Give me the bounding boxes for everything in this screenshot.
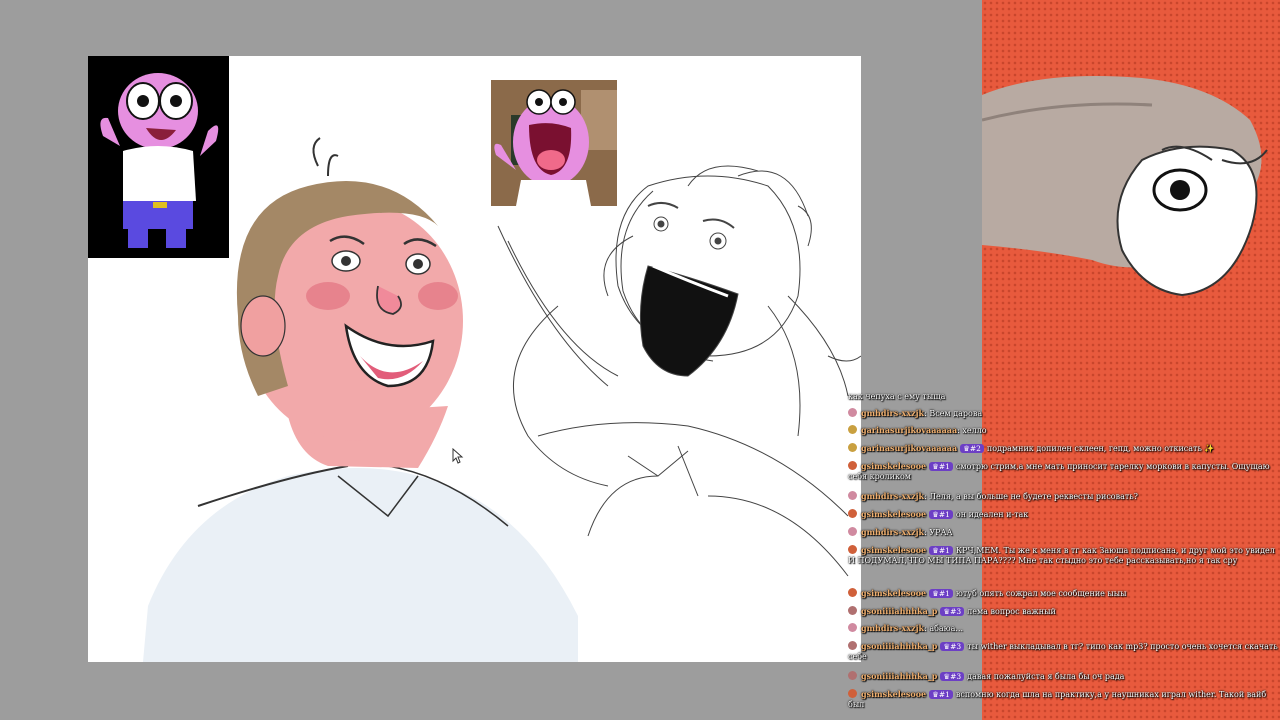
stream-stage xyxy=(0,0,982,720)
user-avatar-badge-icon xyxy=(848,588,857,597)
chat-message: gmhdirs-xxzjk: Леля, а вы больше не буде… xyxy=(848,491,1280,502)
chat-message: garinasurjikovaaaaaa ♛#2 подрамник допилен… xyxy=(848,443,1280,454)
chat-message: garinasurjikovaaaaaa: хелло xyxy=(848,425,1280,436)
chat-username: gmhdirs-xxzjk xyxy=(861,491,925,501)
chat-message-text: как чепуха с ему тыща xyxy=(848,392,946,401)
chat-message-text: УРАА xyxy=(929,528,953,537)
user-avatar-badge-icon xyxy=(848,527,857,536)
chat-message: gsimskelesooe ♛#1 он идеален и-так xyxy=(848,509,1280,520)
user-avatar-badge-icon xyxy=(848,443,857,452)
rank-badge: ♛#1 xyxy=(929,462,953,471)
chat-username: gmhdirs-xxzjk xyxy=(861,623,925,633)
chat-message-text: Леля, а вы больше не будете реквесты рис… xyxy=(929,492,1138,501)
chat-message-text: ютуб опять сожрал мое сообщение ыыы xyxy=(955,589,1127,598)
chat-username: gsimskelesooe xyxy=(861,461,927,471)
user-avatar-badge-icon xyxy=(848,641,857,650)
chat-message-text: лема вопрос важный xyxy=(967,607,1056,616)
line-sketch-figure xyxy=(497,165,861,577)
user-avatar-badge-icon xyxy=(848,491,857,500)
chat-message: gmhdirs-xxzjk: Всем дарова xyxy=(848,408,1280,419)
chat-username: gmhdirs-xxzjk xyxy=(861,527,925,537)
arrow-cursor-icon xyxy=(452,448,464,464)
chat-message: gsoniiiiahhhka_p ♛#3 ты wither выкладывал … xyxy=(848,641,1280,662)
chat-message: gsimskelesooe ♛#1 вспомню когда шла на пра… xyxy=(848,689,1280,710)
chat-username: gsoniiiiahhhka_p xyxy=(861,641,938,651)
chat-username: gsoniiiiahhhka_p xyxy=(861,606,938,616)
chat-username: gmhdirs-xxzjk xyxy=(861,408,925,418)
chat-message: gsoniiiiahhhka_p ♛#3 давая пожалуйста я бы… xyxy=(848,671,1280,682)
chat-message: gmhdirs-xxzjk: УРАА xyxy=(848,527,1280,538)
chat-message: gmhdirs-xxzjk: абаюа... xyxy=(848,623,1280,634)
rank-badge: ♛#1 xyxy=(929,546,953,555)
rank-badge: ♛#1 xyxy=(929,690,953,699)
chat-message: gsimskelesooe ♛#1 КРЧ,МЕМ. Ты же к меня в … xyxy=(848,545,1280,566)
chat-message-text: подрамник допилен склеен, гепд, можно от… xyxy=(986,444,1215,453)
rank-badge: ♛#1 xyxy=(929,589,953,598)
chat-username: gsoniiiiahhhka_p xyxy=(861,671,938,681)
reference-image-screaming-character xyxy=(491,80,617,206)
rank-badge: ♛#2 xyxy=(960,444,984,453)
user-avatar-badge-icon xyxy=(848,623,857,632)
rank-badge: ♛#3 xyxy=(940,642,965,651)
rank-badge: ♛#3 xyxy=(940,607,965,616)
chat-overlay: как чепуха с ему тыща gmhdirs-xxzjk: Всем… xyxy=(848,388,1280,720)
chat-message: как чепуха с ему тыща xyxy=(848,392,1280,402)
user-avatar-badge-icon xyxy=(848,606,857,615)
user-avatar-badge-icon xyxy=(848,461,857,470)
chat-message: gsimskelesooe ♛#1 смотрю стрим,а мне мать … xyxy=(848,461,1280,482)
user-avatar-badge-icon xyxy=(848,689,857,698)
chat-message-text: давая пожалуйста я была бы оч рада xyxy=(967,672,1125,681)
chat-message-text: абаюа... xyxy=(929,624,964,633)
chat-message-text: он идеален и-так xyxy=(955,510,1029,519)
chat-username: garinasurjikovaaaaaa xyxy=(861,425,958,435)
chat-username: gsimskelesooe xyxy=(861,588,927,598)
rank-badge: ♛#1 xyxy=(929,510,953,519)
user-avatar-badge-icon xyxy=(848,671,857,680)
chat-username: garinasurjikovaaaaaa xyxy=(861,443,958,453)
reference-image-pink-character xyxy=(88,56,229,258)
user-avatar-badge-icon xyxy=(848,425,857,434)
user-avatar-badge-icon xyxy=(848,509,857,518)
chat-message: gsimskelesooe ♛#1 ютуб опять сожрал мое со… xyxy=(848,588,1280,599)
user-avatar-badge-icon xyxy=(848,408,857,417)
chat-message-text: Всем дарова xyxy=(929,409,983,418)
chat-message-text: хелло xyxy=(962,426,987,435)
chat-username: gsimskelesooe xyxy=(861,509,927,519)
chat-username: gsimskelesooe xyxy=(861,545,927,555)
chat-username: gsimskelesooe xyxy=(861,689,927,699)
user-avatar-badge-icon xyxy=(848,545,857,554)
chat-message: gsoniiiiahhhka_p ♛#3 лема вопрос важный xyxy=(848,606,1280,617)
rank-badge: ♛#3 xyxy=(940,672,965,681)
